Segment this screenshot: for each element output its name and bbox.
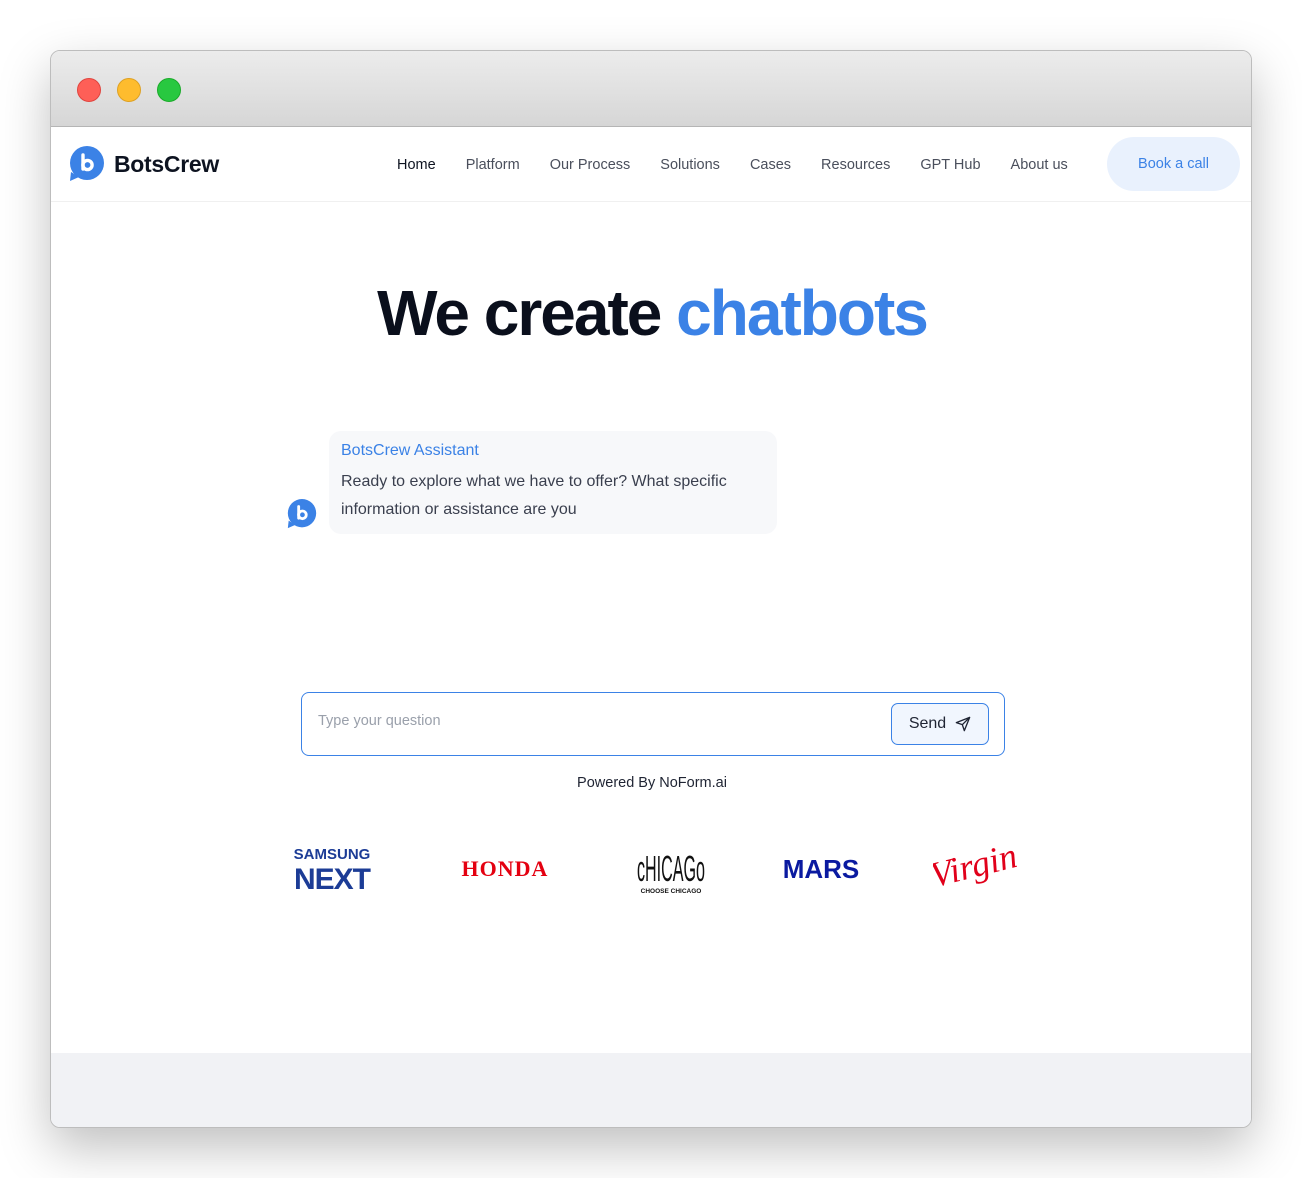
svg-text:cHICAGo: cHICAGo — [637, 848, 705, 889]
nav-cases[interactable]: Cases — [750, 157, 791, 173]
question-input[interactable] — [318, 713, 868, 729]
hero-title-plain: We create — [377, 277, 662, 349]
browser-window: BotsCrew Home Platform Our Process Solut… — [50, 50, 1252, 1128]
question-form: Send — [301, 692, 1005, 756]
send-label: Send — [908, 715, 947, 732]
send-button[interactable]: Send — [891, 703, 989, 745]
client-logos: SAMSUNG NEXT HONDA cHICAGo CHOOSE CHICAG… — [51, 831, 1251, 901]
nav-our-process[interactable]: Our Process — [550, 157, 631, 173]
main-menu: Home Platform Our Process Solutions Case… — [397, 127, 1068, 202]
title-bar — [51, 51, 1251, 127]
message-text: Ready to explore what we have to offer? … — [341, 473, 727, 518]
nav-about-us[interactable]: About us — [1011, 157, 1068, 173]
svg-text:NEXT: NEXT — [294, 863, 371, 891]
brand-name: BotsCrew — [114, 150, 219, 177]
nav-home[interactable]: Home — [397, 157, 436, 173]
assistant-message: BotsCrew Assistant Ready to explore what… — [329, 431, 777, 534]
samsung-next-logo: SAMSUNG NEXT — [294, 846, 372, 891]
choose-chicago-logo: cHICAGo CHOOSE CHICAGO — [637, 848, 705, 895]
message-sender: BotsCrew Assistant — [341, 442, 479, 459]
svg-text:CHOOSE CHICAGO: CHOOSE CHICAGO — [641, 888, 702, 895]
nav-gpt-hub[interactable]: GPT Hub — [920, 157, 980, 173]
botscrew-logo-icon — [70, 146, 104, 181]
svg-text:SAMSUNG: SAMSUNG — [294, 846, 371, 863]
nav-solutions[interactable]: Solutions — [660, 157, 720, 173]
svg-text:MARS: MARS — [783, 854, 860, 883]
close-window-button[interactable] — [77, 78, 101, 102]
brand-logo[interactable]: BotsCrew — [69, 146, 219, 182]
footer-band — [51, 1053, 1251, 1127]
honda-logo: HONDA — [462, 856, 549, 881]
virgin-logo: Virgin — [933, 835, 1017, 895]
mars-logo: MARS — [783, 854, 860, 883]
zoom-window-button[interactable] — [157, 78, 181, 102]
powered-by: Powered By NoForm.ai — [577, 775, 727, 791]
book-a-call-button[interactable]: Book a call — [1107, 137, 1240, 191]
svg-text:HONDA: HONDA — [462, 856, 549, 881]
hero-title: We create chatbots — [51, 276, 1251, 350]
top-navigation: BotsCrew Home Platform Our Process Solut… — [51, 127, 1251, 202]
nav-resources[interactable]: Resources — [821, 157, 890, 173]
hero-title-highlight: chatbots — [676, 277, 929, 349]
nav-platform[interactable]: Platform — [466, 157, 520, 173]
paper-plane-icon — [955, 716, 971, 732]
assistant-avatar-icon — [287, 499, 317, 529]
svg-text:Virgin: Virgin — [933, 835, 1017, 895]
minimize-window-button[interactable] — [117, 78, 141, 102]
